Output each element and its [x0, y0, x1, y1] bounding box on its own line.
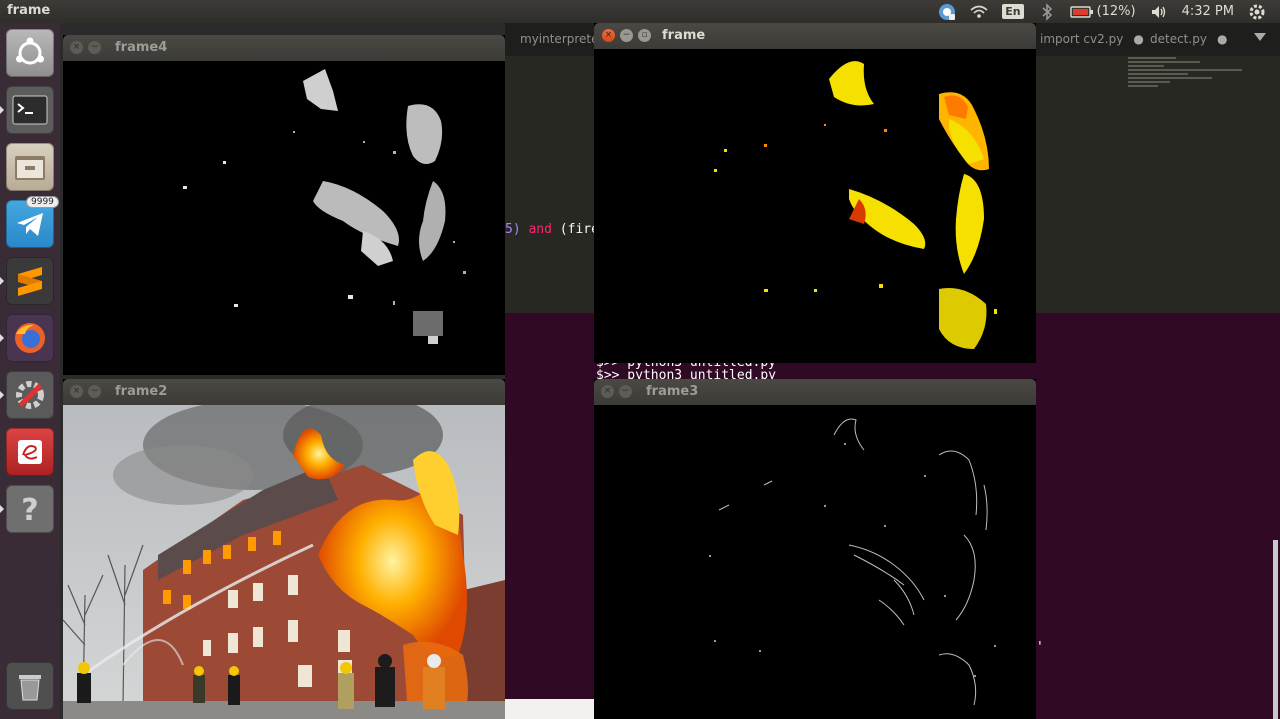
window-titlebar[interactable]: × − frame3 — [594, 379, 1036, 405]
grayscale-fire-mask — [183, 69, 466, 344]
volume-icon[interactable] — [1150, 3, 1168, 21]
active-app-title: frame — [7, 3, 51, 18]
unsaved-dot-icon: ● — [1133, 32, 1144, 46]
close-icon[interactable]: × — [70, 41, 83, 54]
background-window-strip — [505, 699, 595, 719]
battery-indicator[interactable]: (12%) — [1069, 4, 1136, 19]
clock[interactable]: 4:32 PM — [1182, 4, 1234, 19]
text-editor-icon[interactable] — [6, 428, 54, 476]
tab-list-dropdown-icon[interactable] — [1254, 33, 1266, 41]
window-title: frame3 — [646, 384, 699, 399]
wifi-icon[interactable] — [970, 3, 988, 21]
minimize-icon[interactable]: − — [620, 29, 633, 42]
code-keyword: and — [528, 222, 552, 237]
sublime-text-icon[interactable] — [0, 257, 54, 305]
edge-detection-output — [709, 418, 996, 706]
battery-percent: (12%) — [1096, 4, 1136, 19]
fire-color-mask — [714, 61, 997, 349]
window-title: frame4 — [115, 40, 168, 55]
settings-gear-icon[interactable] — [1248, 3, 1266, 21]
window-frame2[interactable]: × − frame2 — [63, 379, 505, 719]
editor-tab[interactable]: detect.py ● — [1150, 32, 1227, 46]
ubuntu-dash-icon[interactable] — [6, 29, 54, 77]
frame2-image-view — [63, 405, 505, 719]
minimize-icon[interactable]: − — [619, 385, 632, 398]
telegram-unread-badge: 9999 — [26, 196, 59, 208]
burning-building-photo — [63, 405, 505, 719]
terminal-fragment: ' — [1036, 640, 1044, 655]
minimize-icon[interactable]: − — [88, 41, 101, 54]
window-frame3[interactable]: × − frame3 — [594, 379, 1036, 719]
firefox-icon[interactable] — [0, 314, 54, 362]
keyboard-language[interactable]: En — [1002, 4, 1024, 19]
terminal-scrollbar[interactable] — [1273, 540, 1278, 719]
window-title: frame — [662, 28, 706, 43]
close-icon[interactable]: × — [602, 29, 615, 42]
editor-tab[interactable]: import cv2.py ● — [1040, 32, 1144, 46]
window-title: frame2 — [115, 384, 168, 399]
window-frame4[interactable]: × − frame4 — [63, 35, 505, 375]
minimize-icon[interactable]: − — [88, 385, 101, 398]
update-icon[interactable] — [938, 3, 956, 21]
launcher: 9999 ? — [0, 23, 60, 719]
trash-icon[interactable] — [6, 662, 54, 710]
window-frame[interactable]: × − ▫ frame — [594, 23, 1036, 363]
help-icon[interactable]: ? — [0, 485, 54, 533]
close-icon[interactable]: × — [601, 385, 614, 398]
system-tray: En (12%) 4:32 PM — [938, 0, 1280, 23]
editor-tab-label: import cv2.py — [1040, 32, 1124, 46]
maximize-icon[interactable]: ▫ — [638, 29, 651, 42]
window-titlebar[interactable]: × − frame4 — [63, 35, 505, 61]
window-titlebar[interactable]: × − frame2 — [63, 379, 505, 405]
code-token: 5) — [505, 222, 521, 237]
bluetooth-icon[interactable] — [1038, 2, 1056, 21]
frame4-image-view — [63, 61, 505, 375]
telegram-icon[interactable]: 9999 — [6, 196, 59, 248]
terminal-icon[interactable] — [0, 86, 54, 134]
svg-text:?: ? — [21, 493, 38, 527]
frame-image-view — [594, 49, 1036, 363]
code-line: 5) and (fire — [505, 222, 599, 237]
editor-minimap[interactable] — [1128, 55, 1248, 115]
system-settings-icon[interactable] — [0, 371, 54, 419]
close-icon[interactable]: × — [70, 385, 83, 398]
editor-tab[interactable]: myinterpreter — [520, 32, 603, 46]
editor-tab-label: detect.py — [1150, 32, 1207, 46]
top-panel: frame En (12%) 4:32 PM — [0, 0, 1280, 23]
window-titlebar[interactable]: × − ▫ frame — [594, 23, 1036, 49]
unsaved-dot-icon: ● — [1216, 32, 1228, 46]
frame3-image-view — [594, 405, 1036, 719]
files-icon[interactable] — [6, 143, 54, 191]
